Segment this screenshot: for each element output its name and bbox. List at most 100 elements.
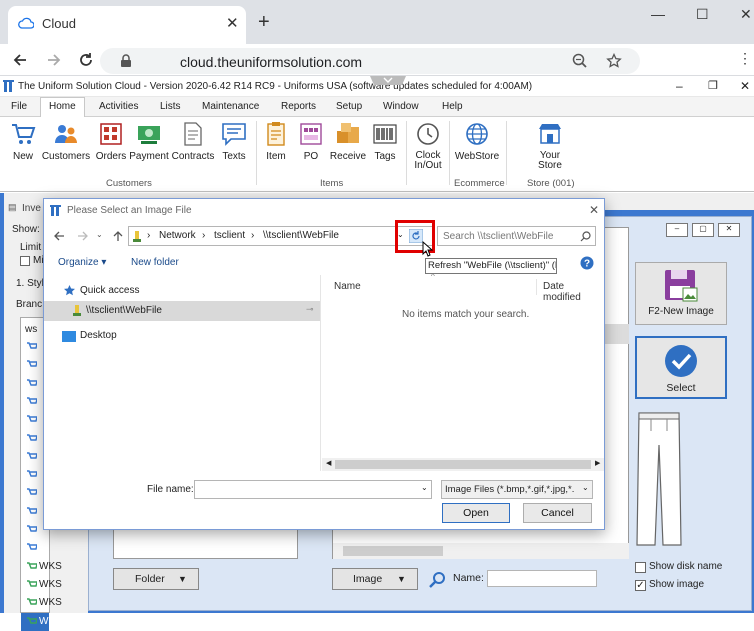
ribbon-contracts-button[interactable]: Contracts	[170, 121, 216, 162]
cart-icon	[27, 342, 37, 349]
ribbon-receive-button[interactable]: Receive	[328, 121, 368, 162]
style-list-item[interactable]: WKS	[21, 558, 62, 576]
new-image-button[interactable]: F2-New Image	[635, 262, 727, 325]
show-image-checkbox[interactable]: ✓	[635, 580, 646, 591]
ribbon-payment-button[interactable]: Payment	[128, 121, 170, 162]
menu-setup[interactable]: Setup	[336, 101, 362, 112]
menu-lists[interactable]: Lists	[160, 101, 181, 112]
scroll-right-icon[interactable]: ▶	[595, 459, 600, 467]
menu-help[interactable]: Help	[442, 101, 463, 112]
address-bar[interactable]: cloud.theuniformsolution.com	[100, 48, 640, 74]
app-minimize-button[interactable]: –	[676, 79, 683, 93]
menu-maintenance[interactable]: Maintenance	[202, 101, 259, 112]
style-tab[interactable]: 1. Styl	[16, 278, 44, 289]
maximize-window-button[interactable]: ☐	[696, 6, 709, 23]
back-arrow-icon[interactable]	[53, 230, 65, 242]
ribbon-your-store-button[interactable]: Your Store	[530, 121, 570, 171]
nav-item-webfile-selected[interactable]: \\tsclient\WebFile ⊸	[44, 301, 320, 321]
filetype-select[interactable]: Image Files (*.bmp,*.gif,*.jpg,*. ⌄	[441, 480, 593, 499]
zoom-icon[interactable]	[572, 53, 588, 69]
column-date-modified[interactable]: Date modified	[543, 281, 604, 303]
search-box[interactable]: Search \\tsclient\WebFile	[437, 226, 596, 246]
reload-icon[interactable]	[78, 52, 94, 68]
ribbon-new-button[interactable]: New	[9, 121, 37, 162]
cart-icon	[27, 470, 37, 477]
ribbon-group-customers: Customers	[106, 178, 152, 189]
ribbon-clock-button[interactable]: Clock In/Out	[410, 121, 446, 171]
style-list-item[interactable]	[21, 539, 49, 557]
panel-restore-button[interactable]: ▢	[692, 223, 714, 237]
cart-icon	[27, 561, 37, 569]
new-folder-button[interactable]: New folder	[131, 257, 179, 268]
ribbon-tags-button[interactable]: Tags	[371, 121, 399, 162]
address-breadcrumb[interactable]: › Network › tsclient › \\tsclient\WebFil…	[128, 226, 435, 246]
ribbon-customers-button[interactable]: Customers	[40, 121, 92, 162]
scrollbar-thumb[interactable]	[335, 460, 591, 469]
select-button[interactable]: Select	[635, 336, 727, 399]
app-close-button[interactable]: ✕	[740, 79, 750, 93]
close-tab-icon[interactable]: ✕	[226, 14, 239, 32]
filename-input[interactable]: ⌄	[194, 480, 432, 499]
tab-cloud[interactable]: Cloud ✕	[8, 6, 246, 44]
style-list-item[interactable]: WKS	[21, 612, 62, 631]
ribbon-texts-button[interactable]: Texts	[218, 121, 250, 162]
recent-locations-icon[interactable]: ⌄	[96, 230, 103, 239]
help-icon[interactable]: ?	[580, 256, 594, 270]
file-list-hscrollbar[interactable]: ◀ ▶	[322, 458, 604, 471]
ribbon-po-button[interactable]: PO	[298, 121, 324, 162]
menu-window[interactable]: Window	[383, 101, 419, 112]
show-disk-name-checkbox[interactable]	[635, 562, 646, 573]
new-tab-button[interactable]: +	[258, 11, 270, 34]
ribbon-orders-button[interactable]: Orders	[94, 121, 128, 162]
search-icon[interactable]	[429, 571, 447, 589]
scrollbar-thumb[interactable]	[343, 546, 443, 556]
back-icon[interactable]	[12, 52, 28, 68]
menu-file[interactable]: File	[11, 101, 27, 112]
forward-arrow-icon[interactable]	[77, 230, 89, 242]
style-list-item[interactable]: WKS	[21, 576, 62, 594]
nav-webfile-label: \\tsclient\WebFile	[86, 305, 162, 316]
minimize-window-button[interactable]: —	[651, 6, 665, 22]
show-disk-name-label: Show disk name	[649, 561, 723, 572]
remote-session-tab-icon[interactable]	[370, 76, 406, 85]
forward-icon[interactable]	[46, 52, 62, 68]
up-arrow-icon[interactable]	[112, 230, 124, 242]
style-list-item-label: WKS	[39, 597, 62, 609]
menu-activities[interactable]: Activities	[99, 101, 138, 112]
checkmark-icon	[665, 345, 697, 377]
limit-label: Limit	[20, 242, 42, 253]
column-name[interactable]: Name	[334, 281, 361, 292]
image-list-hscrollbar[interactable]	[333, 543, 629, 559]
panel-close-button[interactable]: ✕	[718, 223, 740, 237]
nav-desktop[interactable]: Desktop	[80, 330, 117, 341]
app-restore-button[interactable]: ❐	[708, 79, 718, 92]
cancel-button[interactable]: Cancel	[523, 503, 592, 523]
breadcrumb-webfile[interactable]: \\tsclient\WebFile	[263, 230, 339, 241]
cart-icon	[27, 488, 37, 496]
ribbon-webstore-button[interactable]: WebStore	[452, 121, 502, 162]
folder-button[interactable]: Folder ▼	[113, 568, 199, 590]
scroll-left-icon[interactable]: ◀	[326, 459, 331, 467]
name-input[interactable]	[487, 570, 597, 587]
menu-reports[interactable]: Reports	[281, 101, 316, 112]
receive-boxes-icon	[337, 123, 359, 143]
dialog-close-button[interactable]: ✕	[589, 203, 599, 217]
limit-checkbox[interactable]	[20, 256, 30, 266]
chevron-down-icon[interactable]: ⌄	[421, 483, 428, 492]
browser-menu-icon[interactable]: ⋮	[738, 50, 752, 67]
panel-minimize-button[interactable]: –	[666, 223, 688, 237]
pane-divider	[320, 275, 321, 471]
bookmark-star-icon[interactable]	[606, 53, 622, 69]
organize-button[interactable]: Organize ▾	[58, 257, 106, 268]
menu-home[interactable]: Home	[40, 97, 85, 117]
cart-icon	[27, 506, 37, 514]
image-button[interactable]: Image ▼	[332, 568, 418, 590]
ribbon-item-button[interactable]: Item	[262, 121, 290, 162]
breadcrumb-network[interactable]: Network	[159, 230, 196, 241]
open-button[interactable]: Open	[442, 503, 510, 523]
nav-quick-access[interactable]: Quick access	[80, 285, 139, 296]
close-window-button[interactable]: ✕	[740, 6, 752, 23]
style-list-item[interactable]: WKS	[21, 594, 62, 612]
breadcrumb-tsclient[interactable]: tsclient	[214, 230, 245, 241]
url-text: cloud.theuniformsolution.com	[180, 54, 363, 70]
